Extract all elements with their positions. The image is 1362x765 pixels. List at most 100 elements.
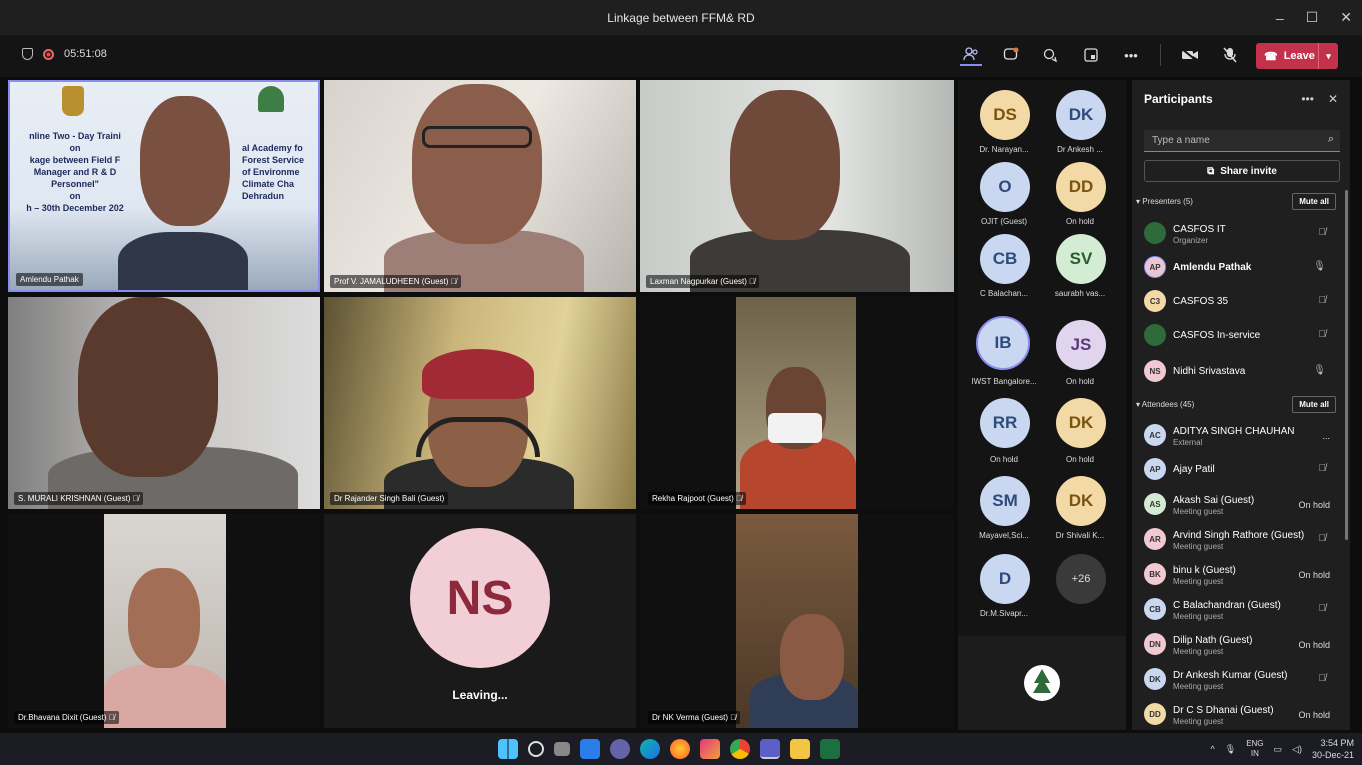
chevron-down-icon[interactable]: ▾: [1318, 43, 1338, 69]
participant-row[interactable]: AC ADITYA SINGH CHAUHAN External ...: [1144, 420, 1342, 450]
chrome-icon[interactable]: [730, 739, 750, 759]
chevron-up-icon[interactable]: ^: [1211, 744, 1215, 754]
mic-off-icon: 🎙̸: [1318, 227, 1327, 238]
region-indicator[interactable]: IN: [1246, 749, 1263, 759]
avatar: DN: [1144, 633, 1166, 655]
video-tile-bhavana[interactable]: Dr.Bhavana Dixit (Guest) 🎙̸: [8, 514, 320, 728]
participant-name: CASFOS In-service: [1173, 330, 1261, 341]
roster-label: Dr Ankesh ...: [1057, 145, 1103, 154]
widgets-icon[interactable]: [580, 739, 600, 759]
video-tile-rajander[interactable]: Dr Rajander Singh Bali (Guest): [324, 297, 636, 509]
leave-button[interactable]: ☎ Leave ▾: [1256, 43, 1338, 69]
video-tile-leaving[interactable]: NS Leaving...: [324, 514, 636, 728]
volume-icon[interactable]: ◁): [1292, 744, 1302, 755]
close-icon[interactable]: ✕: [1328, 92, 1338, 106]
participant-name: Rekha Rajpoot (Guest) 🎙̸: [648, 492, 747, 505]
video-tile-murali[interactable]: S. MURALI KRISHNAN (Guest) 🎙̸: [8, 297, 320, 509]
file-explorer-icon[interactable]: [790, 739, 810, 759]
clock-date[interactable]: 30-Dec-21: [1312, 749, 1354, 761]
reactions-icon[interactable]: [1040, 44, 1062, 66]
participant-name: Amlendu Pathak: [16, 273, 83, 286]
mic-off-icon: 🎙̸: [1318, 533, 1327, 544]
rooms-icon[interactable]: [1080, 44, 1102, 66]
presenters-header[interactable]: ▾ Presenters (5): [1136, 197, 1193, 206]
participant-role: Organizer: [1173, 236, 1209, 245]
participant-row[interactable]: DK Dr Ankesh Kumar (Guest) Meeting guest…: [1144, 664, 1342, 694]
minimize-button[interactable]: –: [1276, 10, 1284, 26]
roster-avatar[interactable]: SV: [1056, 234, 1106, 284]
clock-time[interactable]: 3:54 PM: [1312, 737, 1354, 749]
video-tile-laxman[interactable]: Laxman Nagpurkar (Guest) 🎙̸: [640, 80, 954, 292]
roster-avatar[interactable]: DK: [1056, 90, 1106, 140]
person-head: [412, 84, 542, 244]
roster-avatar[interactable]: RR: [980, 398, 1030, 448]
chat-app-icon[interactable]: [610, 739, 630, 759]
mute-all-button[interactable]: Mute all: [1292, 193, 1336, 210]
participant-row[interactable]: DD Dr C S Dhanai (Guest) Meeting guest O…: [1144, 699, 1342, 729]
participant-row[interactable]: AR Arvind Singh Rathore (Guest) Meeting …: [1144, 524, 1342, 554]
video-tile-rekha[interactable]: Rekha Rajpoot (Guest) 🎙̸: [640, 297, 954, 509]
start-icon[interactable]: [498, 739, 518, 759]
mic-on-icon: 🎙: [1313, 365, 1326, 376]
roster-avatar[interactable]: DS: [980, 90, 1030, 140]
participant-name: Ajay Patil: [1173, 464, 1215, 475]
participant-row[interactable]: C3 CASFOS 35 🎙̸: [1144, 286, 1342, 316]
mute-all-button[interactable]: Mute all: [1292, 396, 1336, 413]
participants-panel: Participants ••• ✕ Type a name ⌕ ⧉ Share…: [1132, 80, 1350, 730]
roster-avatar[interactable]: O: [980, 162, 1030, 212]
slide-line: Climate Cha: [242, 179, 295, 189]
share-invite-button[interactable]: ⧉ Share invite: [1144, 160, 1340, 182]
roster-avatar[interactable]: DD: [1056, 162, 1106, 212]
roster-avatar[interactable]: SM: [980, 476, 1030, 526]
participant-row[interactable]: CB C Balachandran (Guest) Meeting guest …: [1144, 594, 1342, 624]
search-input[interactable]: Type a name ⌕: [1144, 130, 1340, 152]
participant-row[interactable]: DN Dilip Nath (Guest) Meeting guest On h…: [1144, 629, 1342, 659]
casfos-self-view[interactable]: [958, 636, 1126, 730]
firefox-icon[interactable]: [670, 739, 690, 759]
language-indicator[interactable]: ENG: [1246, 739, 1263, 749]
more-icon[interactable]: ...: [1322, 431, 1330, 441]
roster-avatar[interactable]: DK: [1056, 476, 1106, 526]
attendees-header[interactable]: ▾ Attendees (45): [1136, 400, 1194, 409]
close-button[interactable]: ✕: [1340, 9, 1352, 26]
task-view-icon[interactable]: [554, 742, 570, 756]
more-icon[interactable]: •••: [1120, 44, 1142, 66]
participant-row[interactable]: BK binu k (Guest) Meeting guest On hold: [1144, 559, 1342, 589]
mic-off-icon[interactable]: [1219, 44, 1241, 66]
video-tile-jamaludheen[interactable]: Prof V. JAMALUDHEEN (Guest) 🎙̸: [324, 80, 636, 292]
roster-avatar[interactable]: IB: [976, 316, 1030, 370]
edge-icon[interactable]: [640, 739, 660, 759]
participant-row[interactable]: NS Nidhi Srivastava 🎙: [1144, 356, 1342, 386]
chat-icon[interactable]: [1000, 44, 1022, 66]
participant-row[interactable]: AP Amlendu Pathak 🎙: [1144, 252, 1342, 282]
photos-icon[interactable]: [700, 739, 720, 759]
roster-avatar[interactable]: D: [980, 554, 1030, 604]
teams-icon[interactable]: [760, 739, 780, 759]
camera-off-icon[interactable]: [1179, 44, 1201, 66]
video-tile-nkverma[interactable]: Dr NK Verma (Guest) 🎙̸: [640, 514, 954, 728]
slide-line: on: [69, 191, 81, 201]
participant-row[interactable]: CASFOS In-service 🎙̸: [1144, 320, 1342, 350]
search-icon[interactable]: [528, 741, 544, 757]
scrollbar[interactable]: [1345, 190, 1348, 540]
participant-row[interactable]: CASFOS IT Organizer 🎙̸: [1144, 218, 1342, 248]
roster-avatar[interactable]: CB: [980, 234, 1030, 284]
maximize-button[interactable]: ☐: [1306, 9, 1319, 26]
more-participants-button[interactable]: +26: [1056, 554, 1106, 604]
network-icon[interactable]: ▭: [1274, 744, 1283, 755]
participant-row[interactable]: AP Ajay Patil 🎙̸: [1144, 454, 1342, 484]
mic-off-icon: 🎙̸: [1318, 329, 1327, 340]
video-tile-amlendu[interactable]: nline Two - Day Traini on kage between F…: [8, 80, 320, 292]
participant-role: Meeting guest: [1173, 577, 1224, 586]
roster-avatar[interactable]: DK: [1056, 398, 1106, 448]
mic-icon[interactable]: 🎙: [1225, 744, 1236, 755]
people-icon[interactable]: [960, 44, 982, 66]
participant-row[interactable]: AS Akash Sai (Guest) Meeting guest On ho…: [1144, 489, 1342, 519]
roster-avatar[interactable]: JS: [1056, 320, 1106, 370]
more-icon[interactable]: •••: [1301, 92, 1314, 106]
mic-off-icon: 🎙̸: [1318, 295, 1327, 306]
mic-off-icon: 🎙̸: [108, 713, 115, 722]
excel-icon[interactable]: [820, 739, 840, 759]
phone-icon: ☎: [1264, 50, 1278, 63]
avatar: NS: [410, 528, 550, 668]
